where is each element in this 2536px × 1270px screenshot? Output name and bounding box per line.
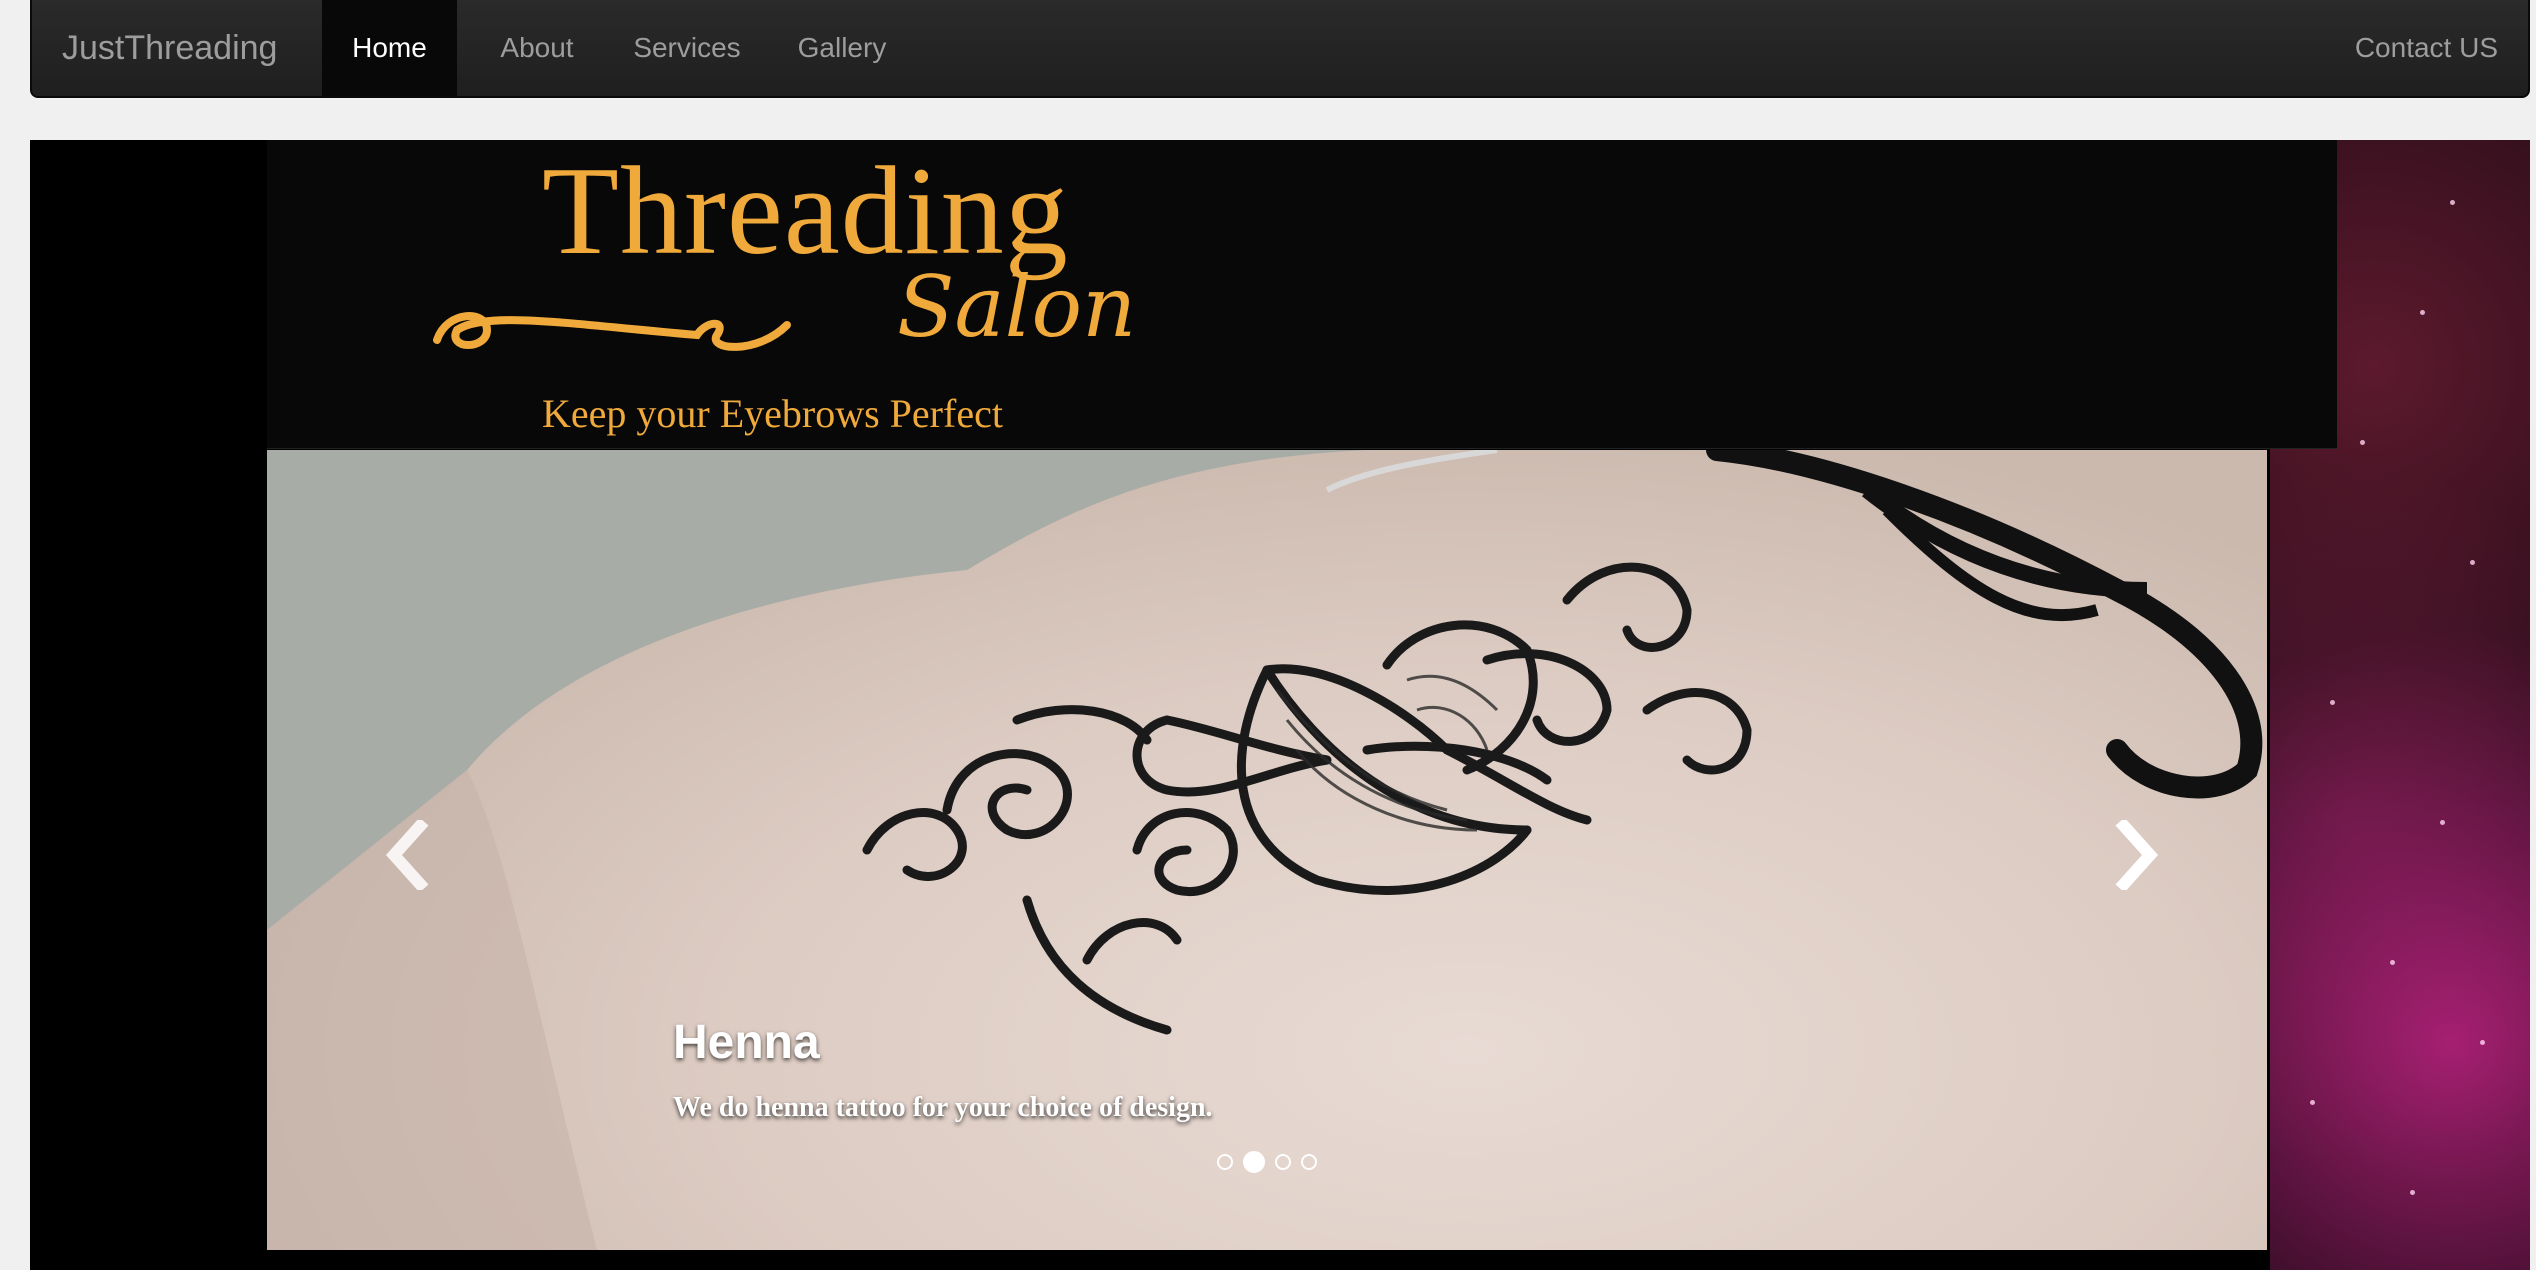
brand-link[interactable]: JustThreading <box>62 0 277 96</box>
carousel-next-button[interactable] <box>2097 805 2177 905</box>
carousel-prev-button[interactable] <box>367 805 447 905</box>
hero-stage: Threading Salon Keep your Eyebrows Perfe… <box>30 140 2530 1270</box>
carousel-slide: Henna We do henna tattoo for your choice… <box>267 450 2267 1250</box>
carousel-indicator[interactable] <box>1217 1154 1233 1170</box>
henna-tattoo-image <box>267 450 2263 1250</box>
carousel-caption-text: We do henna tattoo for your choice of de… <box>673 1092 1213 1123</box>
logo-swash-decoration <box>433 312 791 351</box>
logo-script: Salon <box>897 258 1137 356</box>
nav-item-about[interactable]: About <box>482 0 592 96</box>
chevron-left-icon <box>385 820 429 890</box>
salon-logo-banner: Threading Salon Keep your Eyebrows Perfe… <box>267 140 2337 449</box>
nav-item-home[interactable]: Home <box>322 0 457 96</box>
chevron-right-icon <box>2115 820 2159 890</box>
logo-tagline: Keep your Eyebrows Perfect <box>542 391 1003 436</box>
nav-item-gallery[interactable]: Gallery <box>782 0 902 96</box>
carousel-indicators <box>267 1151 2267 1173</box>
carousel-indicator[interactable] <box>1275 1154 1291 1170</box>
nav-item-contact-us[interactable]: Contact US <box>2318 0 2498 96</box>
top-navbar: JustThreading Home About Services Galler… <box>30 0 2530 98</box>
carousel-caption-title: Henna <box>673 1016 820 1069</box>
carousel-indicator-active[interactable] <box>1243 1151 1265 1173</box>
carousel-indicator[interactable] <box>1301 1154 1317 1170</box>
nav-item-services[interactable]: Services <box>617 0 757 96</box>
